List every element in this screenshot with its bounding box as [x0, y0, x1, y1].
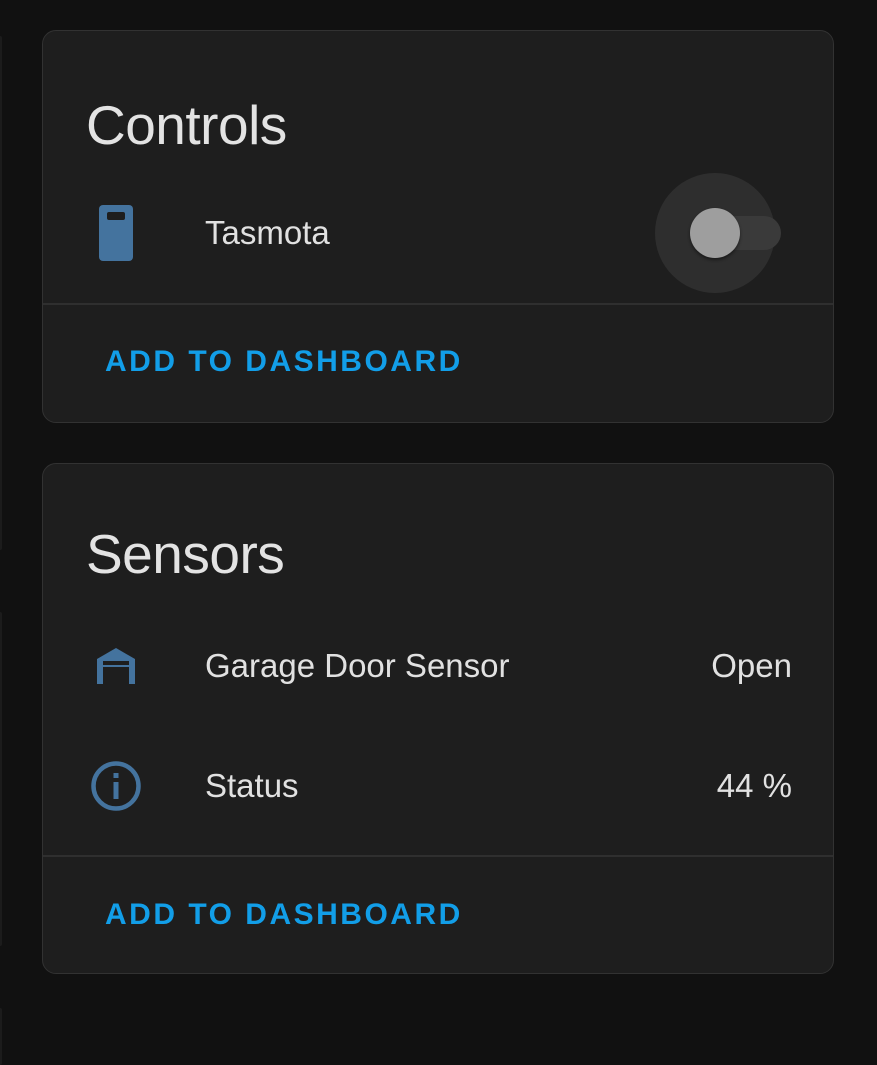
- entity-name: Tasmota: [205, 214, 330, 251]
- entity-state: Open: [711, 647, 792, 684]
- add-to-dashboard-button[interactable]: ADD TO DASHBOARD: [105, 900, 463, 930]
- entity-name: Garage Door Sensor: [205, 647, 510, 684]
- device-page: Controls Tasmota ADD TO DASHBOARD Sensor…: [0, 0, 877, 1065]
- entity-name: Status: [205, 767, 299, 804]
- add-to-dashboard-button[interactable]: ADD TO DASHBOARD: [105, 347, 463, 377]
- card-divider: [43, 855, 833, 857]
- entity-row-status[interactable]: Status 44 %: [43, 746, 833, 826]
- toggle-knob[interactable]: [690, 208, 740, 258]
- information-outline-icon[interactable]: [88, 758, 144, 814]
- entity-row-garage-door-sensor[interactable]: Garage Door Sensor Open: [43, 626, 833, 706]
- sensors-card: Sensors Garage Door Sensor Open Status 4: [42, 463, 834, 974]
- card-divider: [43, 303, 833, 305]
- controls-card-title: Controls: [86, 94, 287, 156]
- controls-card: Controls Tasmota ADD TO DASHBOARD: [42, 30, 834, 423]
- remote-icon[interactable]: [88, 205, 144, 261]
- sensors-card-title: Sensors: [86, 523, 285, 585]
- neighbour-card-edge: [0, 1008, 2, 1065]
- neighbour-card-edge: [0, 36, 2, 550]
- neighbour-card-edge: [0, 612, 2, 946]
- garage-open-icon[interactable]: [88, 638, 144, 694]
- entity-state: 44 %: [716, 767, 792, 804]
